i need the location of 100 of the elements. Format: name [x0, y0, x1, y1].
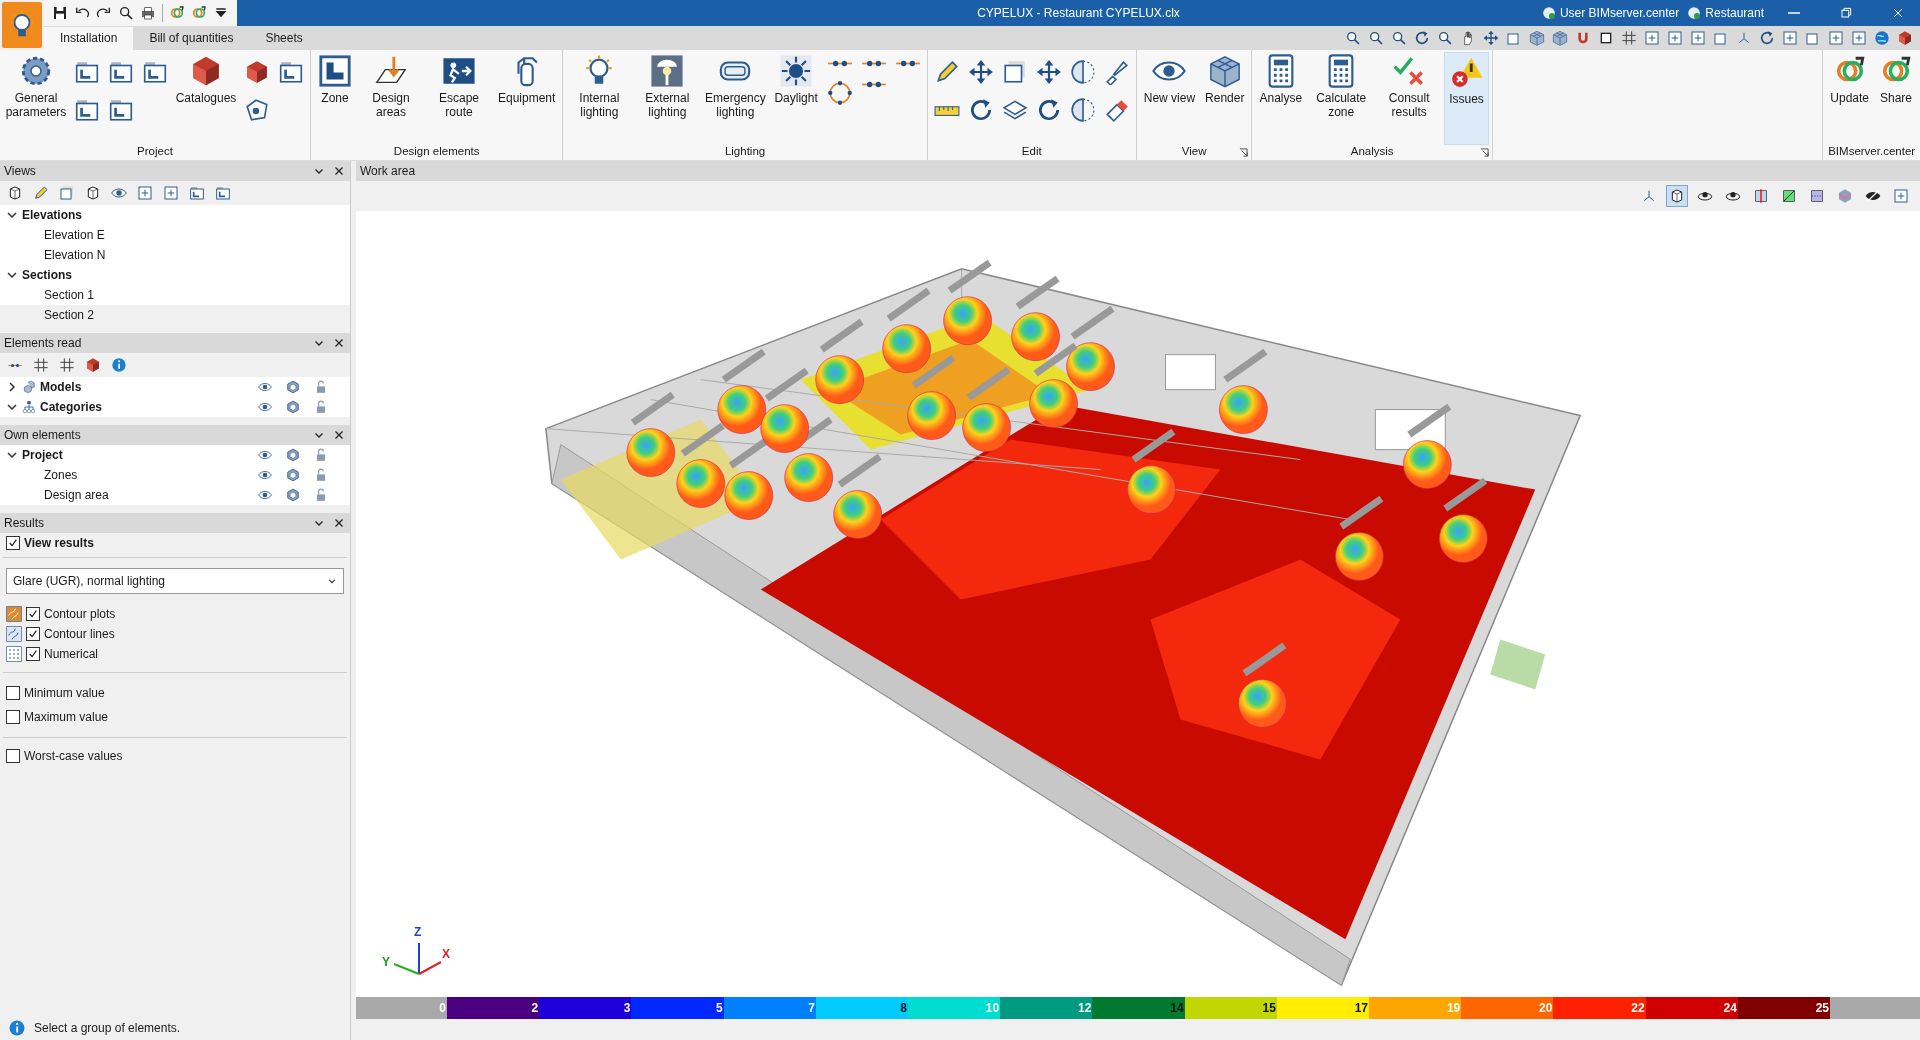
info-icon	[111, 357, 127, 373]
checkbox[interactable]	[26, 647, 40, 661]
square-icon	[1713, 30, 1729, 46]
ribbon-button[interactable]: Daylight	[770, 52, 822, 145]
ribbon-button[interactable]: Emergency lighting	[702, 52, 769, 145]
folder-icon	[142, 59, 168, 85]
ribbon-tab[interactable]: Installation	[44, 27, 134, 50]
toolbar-button[interactable]	[1367, 29, 1385, 47]
toolbar-button[interactable]	[1436, 29, 1454, 47]
folder-icon	[189, 185, 205, 201]
folder-icon	[74, 97, 100, 123]
toolbar-button[interactable]	[1758, 29, 1776, 47]
ribbon-button[interactable]: Share	[1875, 52, 1917, 145]
ribbon-button[interactable]: Internal lighting	[566, 52, 633, 145]
ribbon-button[interactable]: New view	[1139, 52, 1200, 145]
ribbon-button[interactable]: Analyse	[1255, 52, 1307, 145]
search-icon	[118, 5, 134, 21]
view-tool-icon	[1644, 30, 1660, 46]
rings-icon	[169, 5, 185, 21]
zoom-icon	[1391, 30, 1407, 46]
chevron-down-icon[interactable]	[6, 401, 18, 413]
tree-item[interactable]: Zones	[44, 468, 78, 482]
tree-row[interactable]: Section 1	[0, 285, 350, 305]
eye-icon	[111, 185, 127, 201]
save-icon	[52, 5, 68, 21]
tree-row[interactable]: Elevation E	[0, 225, 350, 245]
eye-icon	[258, 488, 272, 502]
ribbon-button[interactable]: Consult results	[1376, 52, 1443, 145]
cube-icon	[1897, 30, 1913, 46]
chevron-down-icon[interactable]	[6, 449, 18, 461]
scale-label: 5	[715, 1001, 723, 1015]
folder-icon	[74, 59, 100, 85]
toolbar-button[interactable]	[58, 356, 76, 374]
chevron-down-icon[interactable]	[6, 269, 18, 281]
toolbar-button[interactable]	[52, 5, 68, 21]
group-label: BIMserver.center	[1828, 145, 1916, 157]
ribbon-button[interactable]: Calculate zone	[1308, 52, 1375, 145]
checkbox[interactable]	[6, 536, 20, 550]
ribbon-button[interactable]: Issues	[1444, 52, 1489, 145]
dialog-launcher-icon[interactable]	[1239, 148, 1249, 157]
toolbar-button[interactable]	[84, 356, 102, 374]
rings-icon	[191, 5, 207, 21]
toolbar-button[interactable]	[32, 356, 50, 374]
result-type-dropdown[interactable]: Glare (UGR), normal lighting	[6, 568, 344, 594]
toolbar-button[interactable]	[1482, 29, 1500, 47]
diagonal-icon	[1781, 188, 1797, 204]
checkbox[interactable]	[6, 749, 20, 763]
ribbon-button[interactable]: External lighting	[634, 52, 701, 145]
eye-icon	[258, 400, 272, 414]
warning-icon	[1449, 55, 1484, 89]
view-tool-icon	[163, 185, 179, 201]
ribbon-button[interactable]: Escape route	[426, 52, 492, 145]
scale-label: 25	[1815, 1001, 1830, 1015]
tree-item[interactable]: Categories	[40, 400, 103, 414]
toolbar-button[interactable]	[188, 184, 206, 202]
ribbon-button[interactable]: Design areas	[358, 52, 424, 145]
view-tool-icon	[1667, 30, 1683, 46]
tree-item[interactable]: Design area	[44, 488, 109, 502]
toolbar-button[interactable]	[1896, 29, 1914, 47]
tree-item[interactable]: Project	[22, 448, 63, 462]
tree-row[interactable]: Section 2	[0, 305, 350, 325]
app-menu-button[interactable]	[2, 2, 42, 48]
ribbon-button[interactable]: Update	[1826, 52, 1873, 145]
tree-item[interactable]: Elevations	[22, 208, 83, 222]
ribbon-button[interactable]: Render	[1201, 52, 1249, 145]
panel-title: Own elements	[4, 428, 82, 442]
cube-icon	[85, 357, 101, 373]
chevron-down-icon[interactable]	[6, 209, 18, 221]
view-tool-icon	[1851, 30, 1867, 46]
tree-row[interactable]: Elevation N	[0, 245, 350, 265]
checkbox[interactable]	[6, 710, 20, 724]
minimize-icon	[1786, 12, 1802, 14]
tree-item[interactable]: Sections	[22, 268, 72, 282]
circle-points-icon	[826, 80, 853, 106]
toolbar-button[interactable]	[1344, 29, 1362, 47]
toolbar-button[interactable]	[6, 361, 24, 369]
dots-icon	[860, 59, 887, 68]
ribbon-button[interactable]: Catalogues	[173, 52, 239, 145]
checkbox[interactable]	[26, 607, 40, 621]
view-tool-button[interactable]	[1666, 185, 1688, 207]
toolbar-button[interactable]	[118, 5, 134, 21]
toolbar-button[interactable]	[140, 5, 156, 21]
tree-item[interactable]: Models	[40, 380, 82, 394]
toolbar-button[interactable]	[1413, 29, 1431, 47]
chevron-right-icon[interactable]	[6, 381, 18, 393]
ribbon-button[interactable]: Equipment	[494, 52, 560, 145]
eye-icon	[258, 448, 272, 462]
ribbon-tab[interactable]: Bill of quantities	[133, 27, 250, 50]
dialog-launcher-icon[interactable]	[1479, 148, 1489, 157]
folder-icon	[108, 59, 134, 85]
checkbox-label: Numerical	[44, 647, 98, 661]
checkbox[interactable]	[26, 627, 40, 641]
toolbar-button[interactable]	[214, 184, 232, 202]
ribbon-tab[interactable]: Sheets	[249, 27, 319, 50]
ribbon-button[interactable]: General parameters	[3, 52, 69, 145]
ribbon-button[interactable]: Zone	[314, 52, 356, 145]
checkbox[interactable]	[6, 686, 20, 700]
toolbar-button[interactable]	[1390, 29, 1408, 47]
square-icon	[1598, 30, 1614, 46]
box-icon	[1669, 188, 1685, 204]
